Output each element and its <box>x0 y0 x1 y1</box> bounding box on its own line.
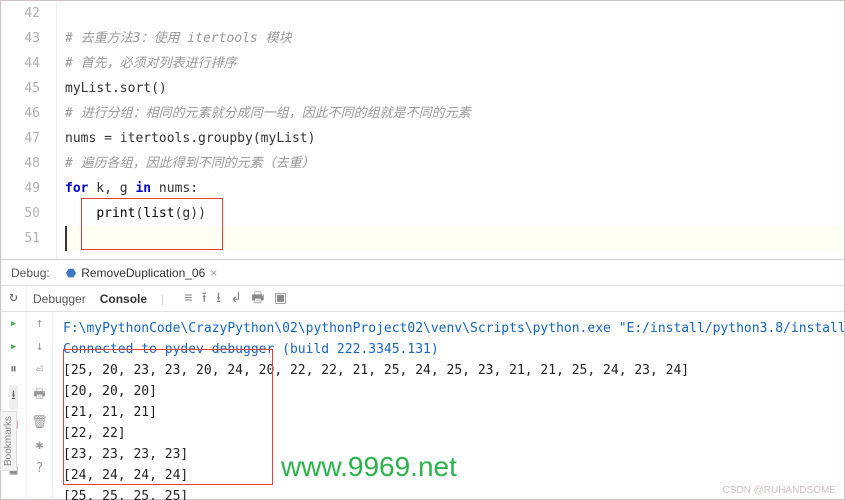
debug-toolbar: ↻ Debugger Console | ≡ ⭱ ⭳ ↲ 🖶 ▣ <box>1 286 844 312</box>
code-line[interactable]: myList.sort() <box>65 76 844 101</box>
code-area[interactable]: # 去重方法3：使用 itertools 模块# 首先，必须对列表进行排序myL… <box>57 1 844 259</box>
export-down-icon[interactable]: ⭳ <box>216 289 221 305</box>
wrap-icon[interactable]: ↲ <box>230 289 242 305</box>
console-output-line: [24, 24, 24, 24] <box>63 465 834 486</box>
code-line[interactable] <box>65 1 844 26</box>
debug-label: Debug: <box>11 266 50 280</box>
download-icon[interactable]: ⭳ <box>9 385 18 409</box>
pause-icon[interactable]: ⏸ <box>10 362 17 377</box>
code-line[interactable]: # 去重方法3：使用 itertools 模块 <box>65 26 844 51</box>
console-input-array: [25, 20, 23, 23, 20, 24, 20, 22, 22, 21,… <box>63 360 834 381</box>
line-number: 44 <box>1 51 40 76</box>
debug-subtabs: Debugger Console | ≡ ⭱ ⭳ ↲ 🖶 ▣ <box>27 286 287 311</box>
tab-console[interactable]: Console <box>100 292 147 306</box>
scroll-icon[interactable]: ≡ <box>184 289 192 305</box>
bookmarks-sidebar-tab[interactable]: Bookmarks <box>0 411 17 471</box>
console-output-line: [20, 20, 20] <box>63 381 834 402</box>
line-number: 45 <box>1 76 40 101</box>
print-icon-2[interactable]: 🖶 <box>33 385 45 407</box>
code-line[interactable]: for k, g in nums: <box>65 176 844 201</box>
line-number: 42 <box>1 1 40 26</box>
debug-panel-header: Debug: ⬣ RemoveDuplication_06 × <box>1 260 844 286</box>
up-icon[interactable]: ↑ <box>36 316 44 331</box>
debug-run-tab[interactable]: ⬣ RemoveDuplication_06 × <box>60 264 224 282</box>
step-icon[interactable]: ▸ <box>10 339 18 354</box>
export-up-icon[interactable]: ⭱ <box>202 289 207 305</box>
code-editor[interactable]: 42434445464748495051 # 去重方法3：使用 itertool… <box>1 1 844 259</box>
soft-wrap-icon[interactable]: ⏎ <box>36 362 44 377</box>
console-cmd-line: F:\myPythonCode\CrazyPython\02\pythonPro… <box>63 318 834 339</box>
console-output-line: [22, 22] <box>63 423 834 444</box>
code-line[interactable]: # 遍历各组，因此得到不同的元素（去重） <box>65 151 844 176</box>
code-line[interactable] <box>65 226 844 251</box>
line-gutter: 42434445464748495051 <box>1 1 57 259</box>
filter-icon[interactable]: ▣ <box>274 289 287 305</box>
line-number: 46 <box>1 101 40 126</box>
console-output[interactable]: F:\myPythonCode\CrazyPython\02\pythonPro… <box>53 312 844 500</box>
line-number: 43 <box>1 26 40 51</box>
line-number: 47 <box>1 126 40 151</box>
settings-icon[interactable]: ✱ <box>36 438 44 453</box>
console-connect-line: Connected to pydev debugger (build 222.3… <box>63 339 834 360</box>
console-output-line: [21, 21, 21] <box>63 402 834 423</box>
line-number: 50 <box>1 201 40 226</box>
console-output-line: [23, 23, 23, 23] <box>63 444 834 465</box>
line-number: 48 <box>1 151 40 176</box>
print-icon[interactable]: 🖶 <box>251 289 264 305</box>
left-tool-column-1: ↻ <box>1 286 27 311</box>
line-number: 51 <box>1 226 40 251</box>
close-icon[interactable]: × <box>210 266 217 280</box>
console-output-line: [25, 25, 25, 25] <box>63 486 834 500</box>
csdn-watermark: CSDN @RUHANDSOME <box>723 485 837 496</box>
code-line[interactable]: nums = itertools.groupby(myList) <box>65 126 844 151</box>
code-line[interactable]: # 进行分组：相同的元素就分成同一组，因此不同的组就是不同的元素 <box>65 101 844 126</box>
python-icon: ⬣ <box>66 266 76 280</box>
run-controls-column: ▸ ▸ ⏸ ⭳ ■ ⊘ ▦ <box>1 312 27 500</box>
console-action-icons: ≡ ⭱ ⭳ ↲ 🖶 ▣ <box>178 287 287 311</box>
code-line[interactable]: print(list(g)) <box>65 201 844 226</box>
console-tools-column: ↑ ↓ ⏎ 🖶 🗑 ✱ ? <box>27 312 53 500</box>
code-line[interactable]: # 首先，必须对列表进行排序 <box>65 51 844 76</box>
line-number: 49 <box>1 176 40 201</box>
down-icon[interactable]: ↓ <box>36 339 44 354</box>
play-icon[interactable]: ▸ <box>10 316 18 331</box>
restart-icon[interactable]: ↻ <box>5 288 23 306</box>
tab-separator: | <box>161 292 164 306</box>
trash-icon[interactable]: 🗑 <box>31 415 48 430</box>
console-panel: ▸ ▸ ⏸ ⭳ ■ ⊘ ▦ ↑ ↓ ⏎ 🖶 🗑 ✱ ? F:\myPythonC… <box>1 312 844 500</box>
tab-debugger[interactable]: Debugger <box>33 292 86 306</box>
help-icon[interactable]: ? <box>36 461 44 476</box>
debug-tab-title: RemoveDuplication_06 <box>81 266 205 280</box>
